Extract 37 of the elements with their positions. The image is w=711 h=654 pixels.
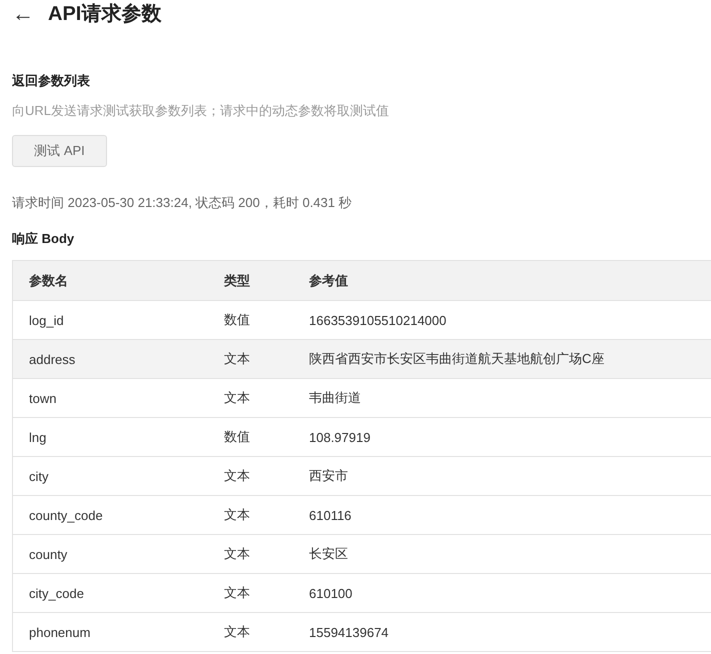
table-cell-text: 1663539105510214000 — [309, 312, 448, 328]
table-cell-text: 韦曲街道 — [309, 389, 362, 407]
column-header: 参数名 — [29, 272, 69, 290]
table-cell-text: 数值 — [224, 311, 251, 329]
table-cell-text: 文本 — [224, 350, 251, 368]
table-cell-text: 108.97919 — [309, 430, 372, 444]
response-title: 响应 Body — [12, 230, 76, 248]
table-cell-text: 610100 — [309, 586, 354, 600]
table-cell-text: 西安市 — [309, 467, 349, 485]
table-cell-text: 文本 — [224, 389, 251, 407]
table-cell-text: county — [29, 546, 68, 562]
back-arrow-icon[interactable]: ← — [12, 3, 34, 25]
table-cell-text: 文本 — [224, 506, 251, 524]
table-cell-text: 610116 — [309, 508, 352, 522]
table-cell-text: city_code — [29, 586, 85, 600]
section-title: 返回参数列表 — [12, 72, 91, 90]
table-cell-text: 陕西省西安市长安区韦曲街道航天基地航创广场C座 — [309, 350, 606, 368]
column-header: 参考值 — [309, 272, 349, 290]
page-title: API请求参数 — [48, 4, 162, 24]
table-cell-text: 文本 — [224, 584, 251, 602]
section-description: 向URL发送请求测试获取参数列表；请求中的动态参数将取测试值 — [12, 102, 390, 120]
table-cell-text: log_id — [29, 312, 65, 328]
table-cell-text: phonenum — [29, 624, 92, 640]
table-cell-text: 文本 — [224, 623, 251, 641]
table-cell-text: 文本 — [224, 545, 251, 563]
table-cell-text: county_code — [29, 508, 104, 522]
test-api-button[interactable]: 测试 API — [12, 135, 107, 167]
request-status: 请求时间 2023-05-30 21:33:24, 状态码 200，耗时 0.431 秒 — [12, 194, 353, 212]
table-cell-text: 数值 — [224, 428, 251, 446]
table-cell-text: lng — [29, 430, 48, 444]
table-cell-text: city — [29, 468, 50, 484]
table-cell-text: 15594139674 — [309, 624, 390, 640]
column-header: 类型 — [224, 272, 251, 290]
table-cell-text: address — [29, 352, 76, 366]
table-cell-text: 文本 — [224, 467, 251, 485]
table-cell-text: town — [29, 390, 58, 406]
table-cell-text: 长安区 — [309, 545, 349, 563]
